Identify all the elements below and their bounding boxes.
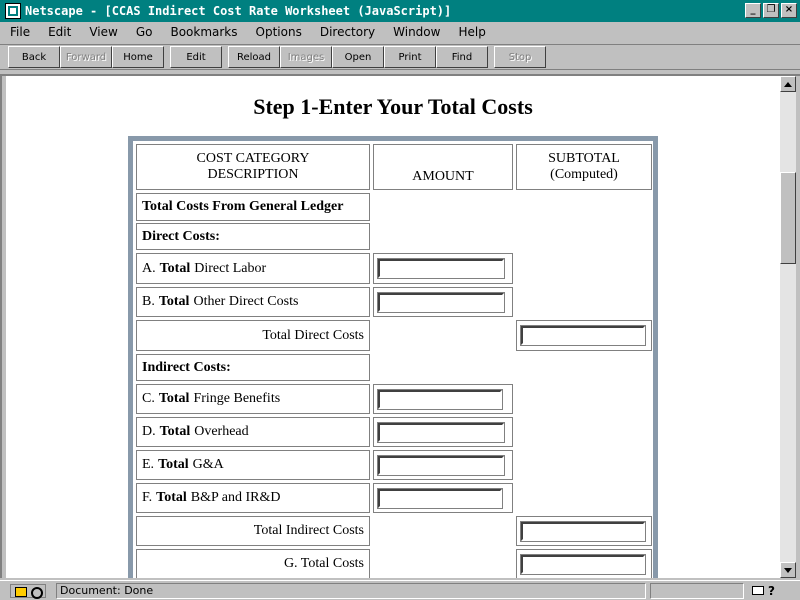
row-overhead: D. Total Overhead (136, 417, 370, 447)
minimize-button[interactable]: _ (745, 3, 761, 18)
row-direct-labor: A. Total Direct Labor (136, 253, 370, 284)
reload-button[interactable]: Reload (228, 46, 280, 68)
stop-button[interactable]: Stop (494, 46, 546, 68)
row-fringe-text: Fringe Benefits (193, 391, 281, 406)
bp-ird-input[interactable] (377, 487, 503, 509)
row-bp-ird-prefix: F. (142, 490, 153, 505)
window-controls: _ ❐ × (745, 3, 797, 18)
progress-box (650, 582, 744, 599)
row-total-indirect: Total Indirect Costs (136, 516, 370, 546)
total-costs-input[interactable] (520, 553, 646, 575)
vertical-scrollbar[interactable] (780, 76, 796, 578)
direct-labor-input[interactable] (377, 258, 505, 279)
menu-file[interactable]: File (0, 25, 38, 39)
ga-input[interactable] (377, 454, 505, 476)
ga-cell (373, 450, 513, 480)
status-bar: Document: Done ? (0, 580, 800, 600)
total-costs-cell (516, 549, 652, 578)
row-direct-costs-label: Direct Costs: (136, 223, 370, 250)
menu-directory[interactable]: Directory (310, 25, 383, 39)
status-text: Document: Done (56, 582, 646, 599)
menu-options[interactable]: Options (246, 25, 310, 39)
fringe-benefits-input[interactable] (377, 388, 503, 410)
row-fringe-total: Total (158, 391, 190, 406)
total-indirect-cell (516, 516, 652, 546)
row-ga-text: G&A (192, 457, 224, 472)
menu-bookmarks[interactable]: Bookmarks (160, 25, 245, 39)
header-subtotal: SUBTOTAL (Computed) (516, 144, 652, 190)
overhead-input[interactable] (377, 421, 505, 443)
page-heading: Step 1-Enter Your Total Costs (253, 94, 533, 119)
row-bp-ird-total: Total (156, 490, 187, 505)
row-other-direct-text: Other Direct Costs (193, 294, 299, 309)
row-total-costs: G. Total Costs (136, 549, 370, 578)
header-amount-label: AMOUNT (412, 169, 474, 184)
row-indirect-costs-label: Indirect Costs: (136, 354, 370, 381)
other-direct-input[interactable] (377, 291, 505, 313)
title-bar: Netscape - [CCAS Indirect Cost Rate Work… (0, 0, 800, 22)
total-direct-input[interactable] (520, 325, 646, 346)
row-general-ledger: Total Costs From General Ledger (136, 193, 370, 221)
close-button[interactable]: × (781, 3, 797, 18)
row-bp-ird-text: B&P and IR&D (190, 490, 281, 505)
page-viewport: Step 1-Enter Your Total Costs COST CATEG… (6, 76, 780, 578)
header-subtotal-line1: SUBTOTAL (548, 151, 620, 166)
direct-labor-cell (373, 253, 513, 284)
scroll-up-arrow-icon[interactable] (780, 76, 796, 92)
menu-window[interactable]: Window (383, 25, 448, 39)
row-bp-ird: F. Total B&P and IR&D (136, 483, 370, 513)
row-other-direct-total: Total (158, 294, 190, 309)
window-title: Netscape - [CCAS Indirect Cost Rate Work… (25, 4, 452, 18)
row-other-direct-prefix: B. (142, 294, 155, 309)
cost-worksheet-table: COST CATEGORY DESCRIPTION AMOUNT SUBTOTA… (128, 136, 658, 578)
row-fringe-benefits: C. Total Fringe Benefits (136, 384, 370, 414)
home-button[interactable]: Home (112, 46, 164, 68)
row-overhead-prefix: D. (142, 424, 156, 439)
row-ga: E. Total G&A (136, 450, 370, 480)
open-button[interactable]: Open (332, 46, 384, 68)
total-indirect-input[interactable] (520, 520, 646, 542)
other-direct-cell (373, 287, 513, 317)
header-amount: AMOUNT (373, 144, 513, 190)
row-total-direct: Total Direct Costs (136, 320, 370, 351)
row-direct-labor-text: Direct Labor (194, 260, 267, 276)
scroll-thumb[interactable] (780, 172, 796, 264)
images-button[interactable]: Images (280, 46, 332, 68)
menu-edit[interactable]: Edit (38, 25, 79, 39)
netscape-app-icon[interactable] (5, 3, 21, 19)
back-button[interactable]: Back (8, 46, 60, 68)
row-direct-labor-prefix: A. (142, 260, 156, 276)
row-overhead-total: Total (159, 424, 191, 439)
row-ga-prefix: E. (142, 457, 155, 472)
row-overhead-text: Overhead (194, 424, 249, 439)
forward-button[interactable]: Forward (60, 46, 112, 68)
header-cost-category-line1: COST CATEGORY (196, 151, 310, 166)
fringe-cell (373, 384, 513, 414)
edit-button[interactable]: Edit (170, 46, 222, 68)
header-cost-category-line2: DESCRIPTION (207, 167, 299, 182)
help-icon[interactable]: ? (768, 584, 775, 598)
security-key-icon[interactable] (10, 583, 46, 599)
navigation-toolbar: Back Forward Home Edit Reload Images Ope… (0, 44, 800, 70)
menu-go[interactable]: Go (126, 25, 161, 39)
row-direct-labor-total: Total (159, 260, 191, 276)
bp-ird-cell (373, 483, 513, 513)
header-subtotal-line2: (Computed) (550, 167, 618, 182)
print-button[interactable]: Print (384, 46, 436, 68)
row-ga-total: Total (158, 457, 189, 472)
scroll-down-arrow-icon[interactable] (780, 562, 796, 578)
restore-button[interactable]: ❐ (763, 3, 779, 18)
total-direct-cell (516, 320, 652, 351)
find-button[interactable]: Find (436, 46, 488, 68)
menu-view[interactable]: View (79, 25, 125, 39)
menu-help[interactable]: Help (448, 25, 493, 39)
mail-icon[interactable] (752, 586, 764, 595)
header-cost-category: COST CATEGORY DESCRIPTION (136, 144, 370, 190)
row-other-direct: B. Total Other Direct Costs (136, 287, 370, 317)
menu-bar: File Edit View Go Bookmarks Options Dire… (0, 22, 800, 42)
overhead-cell (373, 417, 513, 447)
row-fringe-prefix: C. (142, 391, 155, 406)
